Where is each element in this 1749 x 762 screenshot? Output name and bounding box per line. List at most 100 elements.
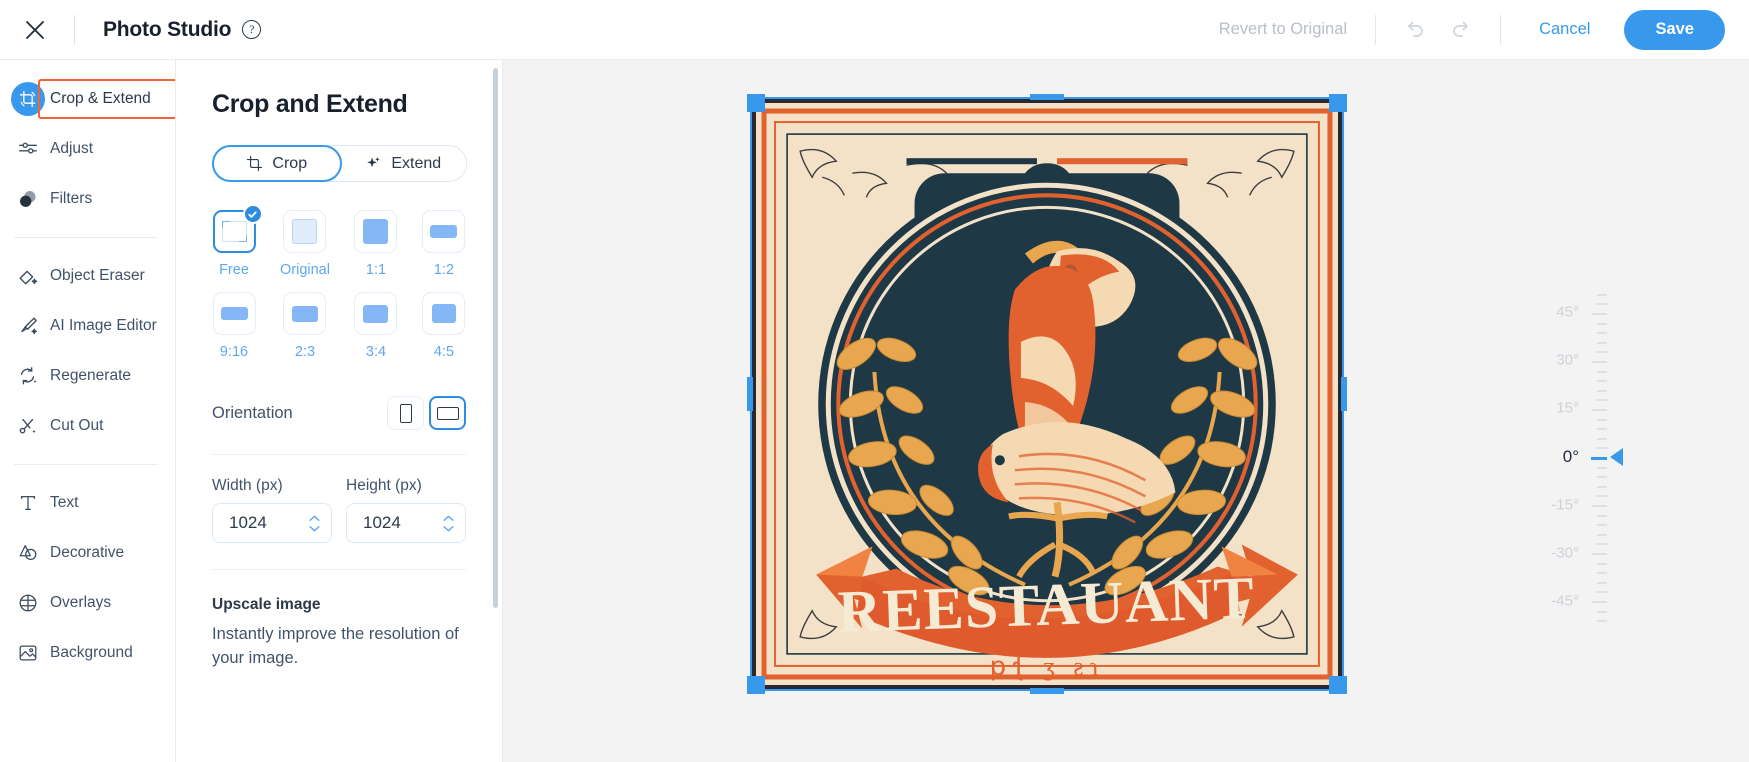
- rotation-tick: [1597, 351, 1607, 354]
- ruler-label-15: 15°: [1556, 399, 1579, 417]
- filters-circle-icon: [6, 188, 50, 210]
- tool-sidebar: Crop & Extend Adjust Filters Object Eras…: [0, 60, 176, 762]
- tab-crop[interactable]: Crop: [212, 145, 342, 182]
- height-stepper-icon[interactable]: [442, 515, 455, 532]
- ratio-label: 1:1: [365, 262, 387, 278]
- rotation-tick: [1597, 447, 1607, 450]
- sidebar-item-label: Text: [50, 494, 79, 511]
- ratio-original[interactable]: Original: [280, 210, 330, 278]
- sidebar-item-decorative[interactable]: Decorative: [0, 528, 175, 578]
- ratio-4-5[interactable]: 4:5: [422, 292, 466, 360]
- crop-handle-top-center[interactable]: [1030, 94, 1064, 100]
- sidebar-item-text[interactable]: Text: [0, 478, 175, 528]
- width-field-group: Width (px): [212, 477, 332, 543]
- upscale-description: Instantly improve the resolution of your…: [212, 625, 459, 667]
- ratio-shape: [291, 305, 318, 322]
- sidebar-item-regenerate[interactable]: Regenerate: [0, 351, 175, 401]
- crop-stage[interactable]: REESTAUANT ꝑꞎ ʒ ƨɿ: [747, 94, 1347, 694]
- emblem-sub-text: ꝑꞎ ʒ ƨɿ: [989, 652, 1105, 681]
- crop-handle-bottom-center[interactable]: [1030, 688, 1064, 694]
- rotation-cursor-icon[interactable]: [1610, 448, 1623, 466]
- rotation-tick: [1597, 389, 1607, 392]
- rotation-tick: [1597, 572, 1607, 575]
- ratio-label: Original: [280, 262, 330, 278]
- crop-icon: [246, 155, 263, 172]
- rotation-tick: [1597, 341, 1607, 344]
- revert-to-original-button[interactable]: Revert to Original: [1219, 20, 1347, 39]
- crop-handle-right-center[interactable]: [1341, 377, 1347, 411]
- sidebar-item-label: Background: [50, 644, 133, 661]
- rotation-tick: [1597, 293, 1607, 296]
- crop-handle-bottom-right[interactable]: [1329, 676, 1347, 694]
- sparkle-icon: [365, 155, 382, 172]
- rotation-ticks[interactable]: [1591, 60, 1623, 762]
- image-canvas[interactable]: REESTAUANT ꝑꞎ ʒ ƨɿ 45° 30° 15° 0° -15° -…: [503, 60, 1749, 762]
- rotation-tick: [1597, 591, 1607, 594]
- portrait-icon[interactable]: [387, 396, 424, 430]
- sidebar-item-crop-extend[interactable]: Crop & Extend: [0, 74, 175, 124]
- sidebar-divider-1: [14, 237, 157, 238]
- history-controls: [1394, 10, 1482, 50]
- height-input[interactable]: [361, 512, 442, 534]
- rotation-tick: [1597, 399, 1607, 402]
- ruler-label-30: 30°: [1556, 351, 1579, 369]
- mode-toggle-group: Crop Extend: [212, 145, 467, 182]
- landscape-icon[interactable]: [429, 396, 466, 430]
- height-input-wrap[interactable]: [346, 503, 466, 543]
- ratio-shape: [220, 307, 248, 320]
- sidebar-item-label: Regenerate: [50, 367, 132, 384]
- ratio-2-3[interactable]: 2:3: [280, 292, 330, 360]
- ratio-label: 2:3: [294, 344, 316, 360]
- ruler-label-0: 0°: [1562, 447, 1579, 466]
- ratio-free[interactable]: Free: [212, 204, 263, 278]
- rotation-tick: [1597, 533, 1607, 536]
- rotation-tick: [1597, 514, 1607, 517]
- undo-icon[interactable]: [1394, 10, 1438, 50]
- crop-handle-bottom-left[interactable]: [747, 676, 765, 694]
- close-icon[interactable]: [18, 13, 52, 47]
- sidebar-item-background[interactable]: Background: [0, 628, 175, 678]
- emblem-artwork: REESTAUANT ꝑꞎ ʒ ƨɿ: [756, 103, 1338, 685]
- ruler-label-45: 45°: [1556, 303, 1579, 321]
- sidebar-item-adjust[interactable]: Adjust: [0, 124, 175, 174]
- crop-handle-top-right[interactable]: [1329, 94, 1347, 112]
- panel-scrollbar[interactable]: [493, 68, 498, 608]
- ratio-label: 4:5: [433, 344, 455, 360]
- ratio-3-4-box: [354, 292, 398, 335]
- sidebar-item-filters[interactable]: Filters: [0, 174, 175, 224]
- ratio-9-16[interactable]: 9:16: [212, 292, 256, 360]
- crop-handle-left-center[interactable]: [747, 377, 753, 411]
- sliders-icon: [6, 138, 50, 160]
- sidebar-item-label: Cut Out: [50, 417, 104, 434]
- redo-icon[interactable]: [1438, 10, 1482, 50]
- help-circle-icon[interactable]: ?: [242, 20, 262, 39]
- cancel-button[interactable]: Cancel: [1539, 20, 1590, 39]
- selected-check-icon: [242, 204, 263, 224]
- ratio-3-4[interactable]: 3:4: [354, 292, 398, 360]
- tab-extend[interactable]: Extend: [340, 146, 466, 181]
- ratio-1-2[interactable]: 1:2: [422, 210, 466, 278]
- rotation-tick: [1597, 581, 1607, 584]
- ratio-2-3-box: [283, 292, 327, 335]
- width-stepper-icon[interactable]: [308, 515, 321, 532]
- width-input-wrap[interactable]: [212, 503, 332, 543]
- rotation-tick: [1597, 437, 1607, 440]
- sidebar-item-label: Crop & Extend: [50, 90, 151, 107]
- width-input[interactable]: [227, 512, 308, 534]
- ratio-1-1[interactable]: 1:1: [354, 210, 398, 278]
- sidebar-item-ai-image-editor[interactable]: AI Image Editor: [0, 301, 175, 351]
- upscale-title: Upscale image: [212, 596, 321, 613]
- shapes-icon: [6, 542, 50, 564]
- sidebar-item-cut-out[interactable]: Cut Out: [0, 401, 175, 451]
- rotation-ruler[interactable]: 45° 30° 15° 0° -15° -30° -45°: [1517, 60, 1637, 762]
- overlays-icon: [6, 592, 50, 614]
- save-button[interactable]: Save: [1624, 9, 1725, 50]
- aspect-ratio-grid: Free Original 1:1 1:2 9:16 2:3 3:4 4:5: [212, 204, 466, 374]
- ratio-1-1-box: [354, 210, 398, 253]
- sidebar-item-label: Filters: [50, 190, 93, 207]
- sidebar-item-object-eraser[interactable]: Object Eraser: [0, 251, 175, 301]
- scissors-sparkle-icon: [6, 415, 50, 437]
- sidebar-item-overlays[interactable]: Overlays: [0, 578, 175, 628]
- crop-handle-top-left[interactable]: [747, 94, 765, 112]
- rotation-tick: [1597, 322, 1607, 325]
